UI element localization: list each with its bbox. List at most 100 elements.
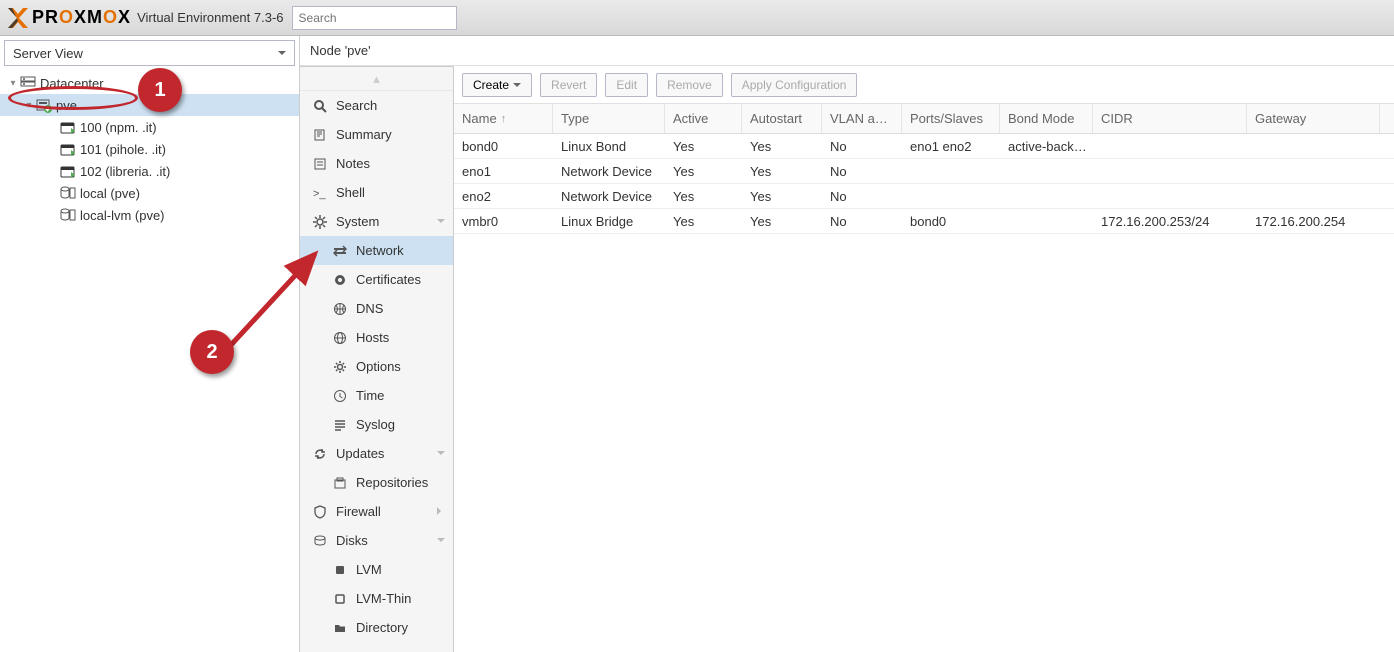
tree-label: 100 (npm. .it) (80, 120, 157, 135)
nav-label: Firewall (336, 504, 381, 519)
col-header-bond-mode[interactable]: Bond Mode (1000, 104, 1093, 133)
view-selector-label: Server View (13, 46, 83, 61)
nav-item-lvm-thin[interactable]: LVM-Thin (300, 584, 453, 613)
nav-item-hosts[interactable]: Hosts (300, 323, 453, 352)
cell (902, 159, 1000, 183)
node-header: Node 'pve' (300, 36, 1394, 66)
remove-button[interactable]: Remove (656, 73, 723, 97)
content-panel: Create Revert Edit Remove Apply Configur… (454, 66, 1394, 652)
cell: No (822, 184, 902, 208)
storage-icon (60, 185, 76, 201)
chevron-up-icon: ▴ (373, 71, 380, 87)
col-header-active[interactable]: Active (665, 104, 742, 133)
apply-config-button[interactable]: Apply Configuration (731, 73, 858, 97)
cell: Yes (742, 184, 822, 208)
nav-label: Summary (336, 127, 392, 142)
nav-item-network[interactable]: Network (300, 236, 453, 265)
tree-item-101[interactable]: 101 (pihole. .it) (0, 138, 299, 160)
nav-item-directory[interactable]: Directory (300, 613, 453, 642)
nav-label: System (336, 214, 379, 229)
lxc-icon (60, 141, 76, 157)
nav-item-firewall[interactable]: Firewall (300, 497, 453, 526)
notes-icon (312, 156, 328, 172)
tree-item-datacenter[interactable]: ▾Datacenter (0, 72, 299, 94)
global-search-input[interactable] (292, 6, 457, 30)
system-icon (312, 214, 328, 230)
cell: 172.16.200.254 (1247, 209, 1380, 233)
cell: 172.16.200.253/24 (1093, 209, 1247, 233)
cell (1000, 184, 1093, 208)
svg-text:>_: >_ (313, 188, 326, 200)
col-header-autostart[interactable]: Autostart (742, 104, 822, 133)
node-icon (36, 97, 52, 113)
revert-button[interactable]: Revert (540, 73, 597, 97)
lvm-icon (332, 562, 348, 578)
col-header-type[interactable]: Type (553, 104, 665, 133)
cell: Linux Bond (553, 134, 665, 158)
tree-item-local-lvm[interactable]: local-lvm (pve) (0, 204, 299, 226)
nav-item-shell[interactable]: >_ Shell (300, 178, 453, 207)
col-label: Gateway (1255, 111, 1306, 126)
cell (1093, 159, 1247, 183)
firewall-icon (312, 504, 328, 520)
center-right-wrap: Node 'pve' ▴ Search Summary Notes >_ Shell Sy… (300, 36, 1394, 652)
col-header-vlan-a-[interactable]: VLAN a… (822, 104, 902, 133)
edit-button[interactable]: Edit (605, 73, 648, 97)
nav-item-repositories[interactable]: Repositories (300, 468, 453, 497)
syslog-icon (332, 417, 348, 433)
table-row[interactable]: eno1Network DeviceYesYesNo (454, 159, 1394, 184)
col-header-name[interactable]: Name↑ (454, 104, 553, 133)
nav-label: Options (356, 359, 401, 374)
nav-item-notes[interactable]: Notes (300, 149, 453, 178)
cell (1093, 184, 1247, 208)
hosts-icon (332, 330, 348, 346)
nav-item-system[interactable]: System (300, 207, 453, 236)
nav-item-options[interactable]: Options (300, 352, 453, 381)
tree-item-pve[interactable]: ▾pve (0, 94, 299, 116)
grid-header-row: Name↑ Type ActiveAutostartVLAN a…Ports/Sla… (454, 104, 1394, 134)
create-button[interactable]: Create (462, 73, 532, 97)
cell (1000, 159, 1093, 183)
nav-item-certificates[interactable]: Certificates (300, 265, 453, 294)
nav-item-dns[interactable]: DNS (300, 294, 453, 323)
tree-label: 101 (pihole. .it) (80, 142, 166, 157)
cell: Yes (665, 184, 742, 208)
config-nav-list: Search Summary Notes >_ Shell System NetworkCe… (300, 91, 453, 652)
view-selector-dropdown[interactable]: Server View (4, 40, 295, 66)
nav-item-summary[interactable]: Summary (300, 120, 453, 149)
col-header-gateway[interactable]: Gateway (1247, 104, 1380, 133)
nav-item-search[interactable]: Search (300, 91, 453, 120)
tree-item-local[interactable]: local (pve) (0, 182, 299, 204)
col-label: Name (462, 111, 497, 126)
col-header-ports-slaves[interactable]: Ports/Slaves (902, 104, 1000, 133)
cell: Yes (665, 159, 742, 183)
search-icon (312, 98, 328, 114)
cell: Linux Bridge (553, 209, 665, 233)
tree-item-100[interactable]: 100 (npm. .it) (0, 116, 299, 138)
cell: bond0 (454, 134, 553, 158)
config-nav-panel: ▴ Search Summary Notes >_ Shell System Network… (300, 66, 454, 652)
proxmox-logo: PROXMOX (6, 6, 131, 30)
nav-label: Shell (336, 185, 365, 200)
tree-label: pve (56, 98, 77, 113)
expand-icon (46, 164, 60, 178)
table-row[interactable]: vmbr0Linux BridgeYesYesNobond0172.16.200… (454, 209, 1394, 234)
cell: Network Device (553, 159, 665, 183)
nav-item-lvm[interactable]: LVM (300, 555, 453, 584)
main-layout: Server View ▾Datacenter▾pve 100 (npm. .it… (0, 36, 1394, 652)
nav-item-time[interactable]: Time (300, 381, 453, 410)
table-row[interactable]: eno2Network DeviceYesYesNo (454, 184, 1394, 209)
col-label: Type (561, 111, 589, 126)
logo-x-icon (6, 6, 30, 30)
repo-icon (332, 475, 348, 491)
tree-item-102[interactable]: 102 (libreria. .it) (0, 160, 299, 182)
datacenter-icon (20, 75, 36, 91)
cell: Yes (665, 209, 742, 233)
logo-text: PROXMOX (32, 7, 131, 28)
nav-label: Repositories (356, 475, 428, 490)
nav-item-syslog[interactable]: Syslog (300, 410, 453, 439)
nav-item-disks[interactable]: Disks (300, 526, 453, 555)
table-row[interactable]: bond0Linux BondYesYesNoeno1 eno2active-b… (454, 134, 1394, 159)
nav-item-updates[interactable]: Updates (300, 439, 453, 468)
col-header-cidr[interactable]: CIDR (1093, 104, 1247, 133)
